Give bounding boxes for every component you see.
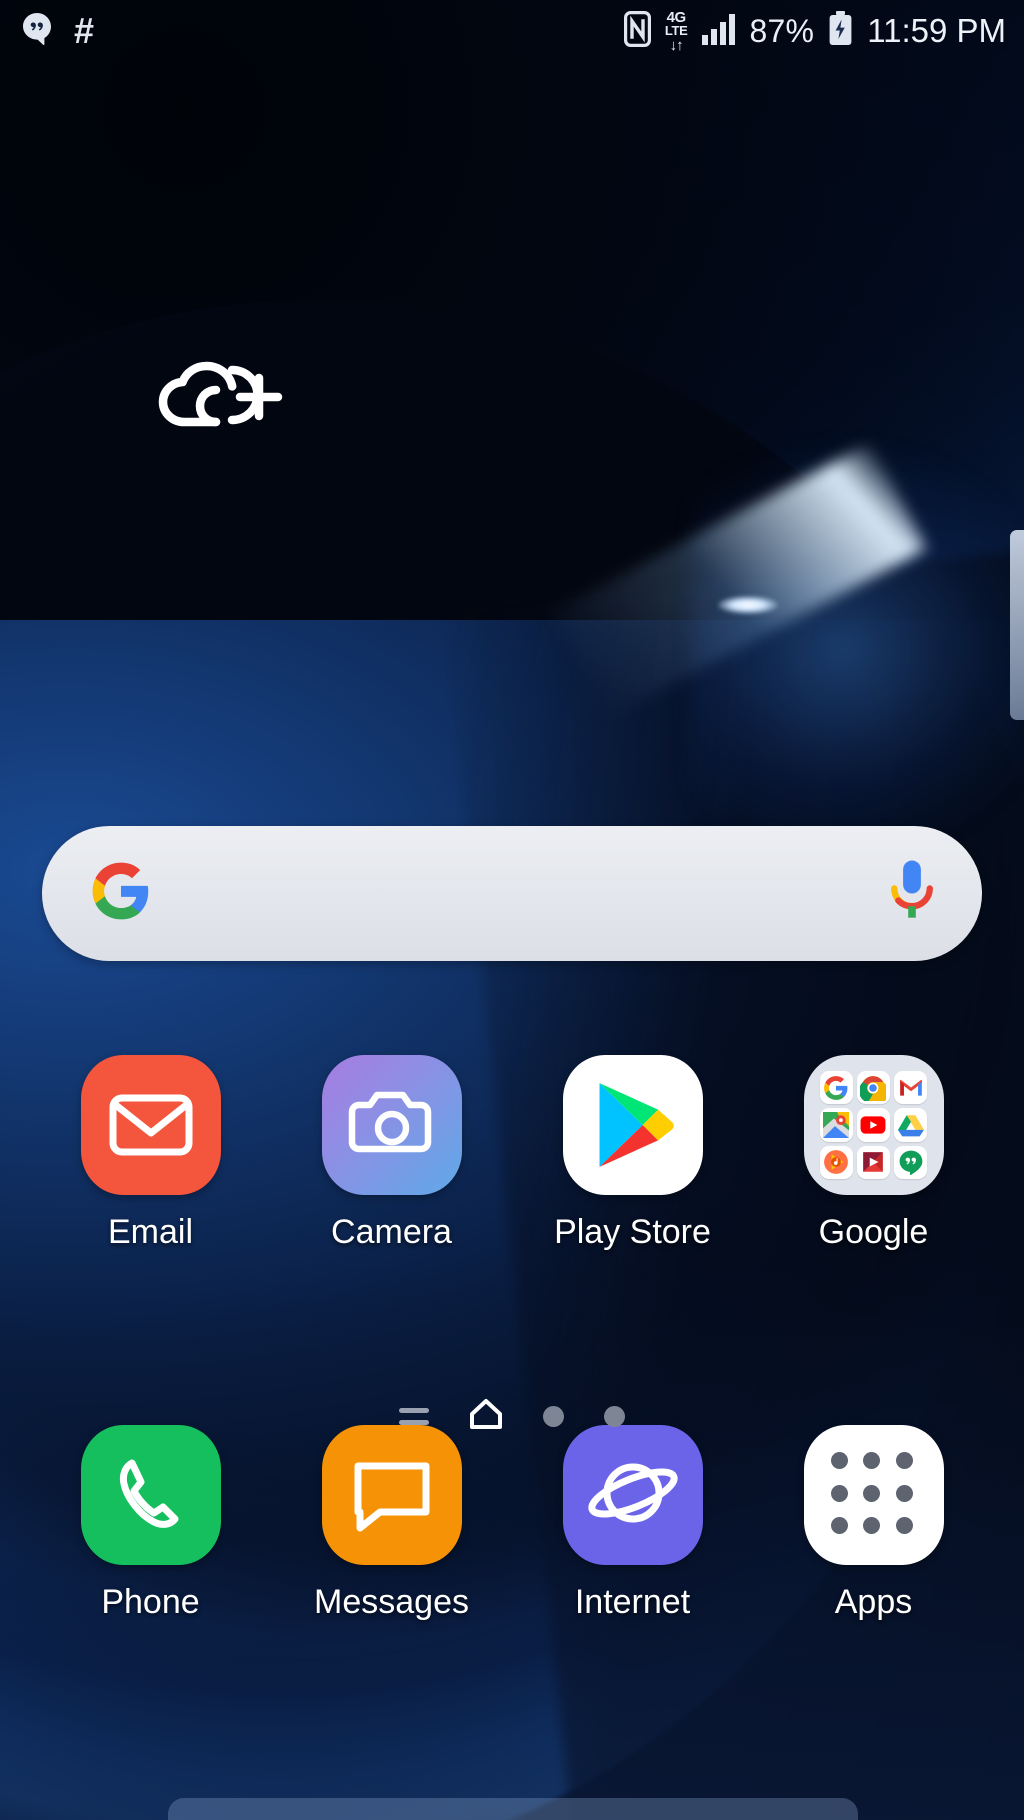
gmail-icon bbox=[894, 1071, 928, 1105]
play-movies-icon bbox=[856, 1145, 891, 1179]
apps-dots bbox=[830, 1452, 917, 1538]
battery-charging-icon bbox=[828, 10, 853, 52]
google-g-logo bbox=[90, 860, 152, 927]
chrome-icon bbox=[856, 1071, 891, 1105]
internet-icon[interactable] bbox=[562, 1425, 703, 1565]
dock-internet[interactable]: Internet bbox=[538, 1425, 728, 1622]
dock-messages[interactable]: Messages bbox=[297, 1425, 487, 1622]
bixby-page-icon[interactable] bbox=[399, 1408, 429, 1425]
folder-preview-grid bbox=[815, 1066, 933, 1184]
hash-icon: # bbox=[74, 10, 95, 51]
google-assistant-mic-icon[interactable] bbox=[886, 858, 938, 929]
google-search-bar[interactable] bbox=[42, 826, 982, 961]
home-page-icon[interactable] bbox=[469, 1398, 503, 1435]
drive-icon bbox=[894, 1108, 928, 1142]
data-activity-arrows: ↓↑ bbox=[669, 36, 684, 54]
signal-bars-icon bbox=[701, 13, 736, 50]
page-dot[interactable] bbox=[604, 1406, 625, 1427]
maps-icon bbox=[819, 1108, 853, 1142]
app-play-store[interactable]: Play Store bbox=[538, 1055, 728, 1252]
app-label: Phone bbox=[101, 1583, 200, 1621]
dock-phone[interactable]: Phone bbox=[56, 1425, 246, 1622]
network-type-lte: LTE bbox=[664, 22, 688, 38]
page-dot[interactable] bbox=[543, 1406, 564, 1427]
status-bar[interactable]: # 4G LTE ↓↑ 87% 11:59 PM bbox=[0, 0, 1024, 62]
dock: Phone Messages Internet Apps bbox=[0, 1425, 1024, 1622]
app-label: Apps bbox=[834, 1583, 913, 1621]
play-music-icon bbox=[819, 1145, 853, 1179]
email-icon[interactable] bbox=[80, 1055, 221, 1195]
youtube-icon bbox=[856, 1108, 891, 1142]
edge-panel-handle[interactable] bbox=[1010, 530, 1024, 720]
status-bar-system-icons[interactable]: 4G LTE ↓↑ 87% 11:59 PM bbox=[623, 10, 1006, 53]
google-folder-icon[interactable] bbox=[803, 1055, 944, 1195]
google-g-icon bbox=[819, 1071, 853, 1105]
app-label: Google bbox=[818, 1213, 929, 1251]
home-app-grid: Email Camera Play Store Google bbox=[0, 1055, 1024, 1252]
app-label: Email bbox=[107, 1213, 194, 1251]
messages-icon[interactable] bbox=[321, 1425, 462, 1565]
app-email[interactable]: Email bbox=[56, 1055, 246, 1252]
wallpaper-flare-core bbox=[718, 596, 778, 614]
app-label: Messages bbox=[314, 1583, 469, 1621]
hangouts-icon bbox=[22, 12, 52, 51]
camera-icon[interactable] bbox=[321, 1055, 462, 1195]
apps-grid-icon[interactable] bbox=[803, 1425, 944, 1565]
status-bar-clock: 11:59 PM bbox=[867, 12, 1006, 49]
app-label: Play Store bbox=[554, 1213, 711, 1251]
app-camera[interactable]: Camera bbox=[297, 1055, 487, 1252]
play-store-icon[interactable] bbox=[562, 1055, 703, 1195]
cloud-add-widget[interactable] bbox=[158, 348, 293, 435]
battery-percent-label: 87% bbox=[749, 12, 815, 49]
app-google-folder[interactable]: Google bbox=[779, 1055, 969, 1252]
hangouts-icon bbox=[894, 1145, 928, 1179]
status-bar-notifications[interactable]: # bbox=[22, 12, 94, 51]
nfc-icon bbox=[623, 10, 651, 52]
page-indicator bbox=[0, 1398, 1024, 1435]
phone-icon[interactable] bbox=[80, 1425, 221, 1565]
app-label: Camera bbox=[331, 1213, 452, 1251]
dock-apps[interactable]: Apps bbox=[779, 1425, 969, 1622]
app-label: Internet bbox=[574, 1583, 691, 1621]
network-type-icon: 4G LTE ↓↑ bbox=[665, 10, 688, 53]
bottom-panel-hint bbox=[168, 1798, 858, 1820]
